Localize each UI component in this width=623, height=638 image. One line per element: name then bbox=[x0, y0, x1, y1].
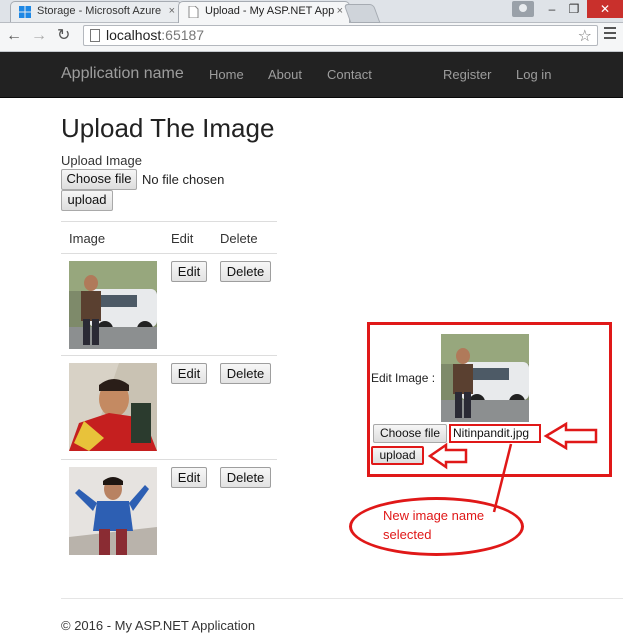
edit-button[interactable]: Edit bbox=[171, 261, 207, 282]
column-header-edit: Edit bbox=[171, 231, 194, 246]
no-file-chosen-text: No file chosen bbox=[142, 172, 225, 187]
column-header-delete: Delete bbox=[220, 231, 258, 246]
bookmark-star-icon[interactable]: ☆ bbox=[578, 26, 592, 46]
back-arrow-icon[interactable]: ← bbox=[6, 27, 22, 45]
window-close-button[interactable]: ✕ bbox=[587, 0, 623, 18]
delete-button[interactable]: Delete bbox=[220, 467, 271, 488]
edit-button[interactable]: Edit bbox=[171, 467, 207, 488]
annotation-line-1: New image name bbox=[383, 508, 485, 523]
footer-text: © 2016 - My ASP.NET Application bbox=[61, 618, 256, 633]
browser-tab-strip: Storage - Microsoft Azure × Upload - My … bbox=[0, 0, 623, 23]
browser-menu-icon[interactable] bbox=[604, 27, 616, 42]
photo-man-with-scarf bbox=[69, 363, 157, 451]
annotation-line-2: selected bbox=[383, 527, 432, 542]
browser-toolbar: ← → ↻ localhost:65187 ☆ bbox=[0, 23, 623, 52]
edit-upload-button[interactable]: upload bbox=[371, 446, 424, 465]
column-header-image: Image bbox=[69, 231, 106, 246]
upload-button[interactable]: upload bbox=[61, 190, 113, 211]
upload-image-label: Upload Image bbox=[61, 153, 142, 168]
table-row: Edit Delete bbox=[61, 254, 277, 356]
table-row: Edit Delete bbox=[61, 356, 277, 460]
delete-button[interactable]: Delete bbox=[220, 261, 271, 282]
footer-divider bbox=[61, 598, 623, 599]
tab-close-icon[interactable]: × bbox=[169, 2, 175, 21]
photo-man-by-car bbox=[69, 261, 157, 349]
address-bar[interactable]: localhost:65187 ☆ bbox=[83, 25, 598, 46]
site-navbar: Application name Home About Contact Regi… bbox=[0, 52, 623, 98]
forward-arrow-icon[interactable]: → bbox=[31, 27, 47, 45]
browser-tab-upload[interactable]: Upload - My ASP.NET App × bbox=[178, 1, 350, 23]
new-tab-button[interactable] bbox=[343, 4, 381, 23]
browser-tab-azure[interactable]: Storage - Microsoft Azure × bbox=[10, 1, 182, 22]
edit-image-preview bbox=[441, 334, 529, 422]
page-title: Upload The Image bbox=[61, 113, 275, 143]
window-maximize-button[interactable]: ❐ bbox=[563, 0, 585, 18]
photo-man-blue-jacket bbox=[69, 467, 157, 555]
edit-choose-file-button[interactable]: Choose file bbox=[373, 424, 447, 443]
browser-tab-title: Upload - My ASP.NET App bbox=[205, 5, 335, 17]
nav-link-login[interactable]: Log in bbox=[516, 67, 551, 82]
table-row: Edit Delete bbox=[61, 460, 277, 560]
annotation-callout-text: New image name selected bbox=[383, 506, 518, 544]
nav-link-register[interactable]: Register bbox=[443, 67, 491, 82]
url-port: :65187 bbox=[161, 27, 205, 43]
nav-link-home[interactable]: Home bbox=[209, 67, 244, 82]
reload-icon[interactable]: ↻ bbox=[57, 27, 70, 45]
tab-close-icon[interactable]: × bbox=[337, 2, 343, 21]
nav-link-contact[interactable]: Contact bbox=[327, 67, 372, 82]
selected-file-name: Nitinpandit.jpg bbox=[449, 424, 541, 443]
windows-logo-icon bbox=[19, 6, 31, 18]
choose-file-button[interactable]: Choose file bbox=[61, 169, 137, 190]
table-divider bbox=[61, 221, 277, 222]
edit-button[interactable]: Edit bbox=[171, 363, 207, 384]
page-icon bbox=[188, 6, 199, 18]
edit-image-label: Edit Image : bbox=[371, 371, 436, 385]
delete-button[interactable]: Delete bbox=[220, 363, 271, 384]
user-profile-icon[interactable] bbox=[512, 1, 534, 17]
page-info-icon[interactable] bbox=[90, 29, 100, 42]
window-minimize-button[interactable]: – bbox=[541, 0, 563, 18]
navbar-brand[interactable]: Application name bbox=[61, 65, 184, 83]
nav-link-about[interactable]: About bbox=[268, 67, 302, 82]
url-host: localhost bbox=[106, 27, 162, 43]
address-url: localhost:65187 bbox=[106, 27, 204, 43]
browser-tab-title: Storage - Microsoft Azure bbox=[37, 5, 162, 17]
